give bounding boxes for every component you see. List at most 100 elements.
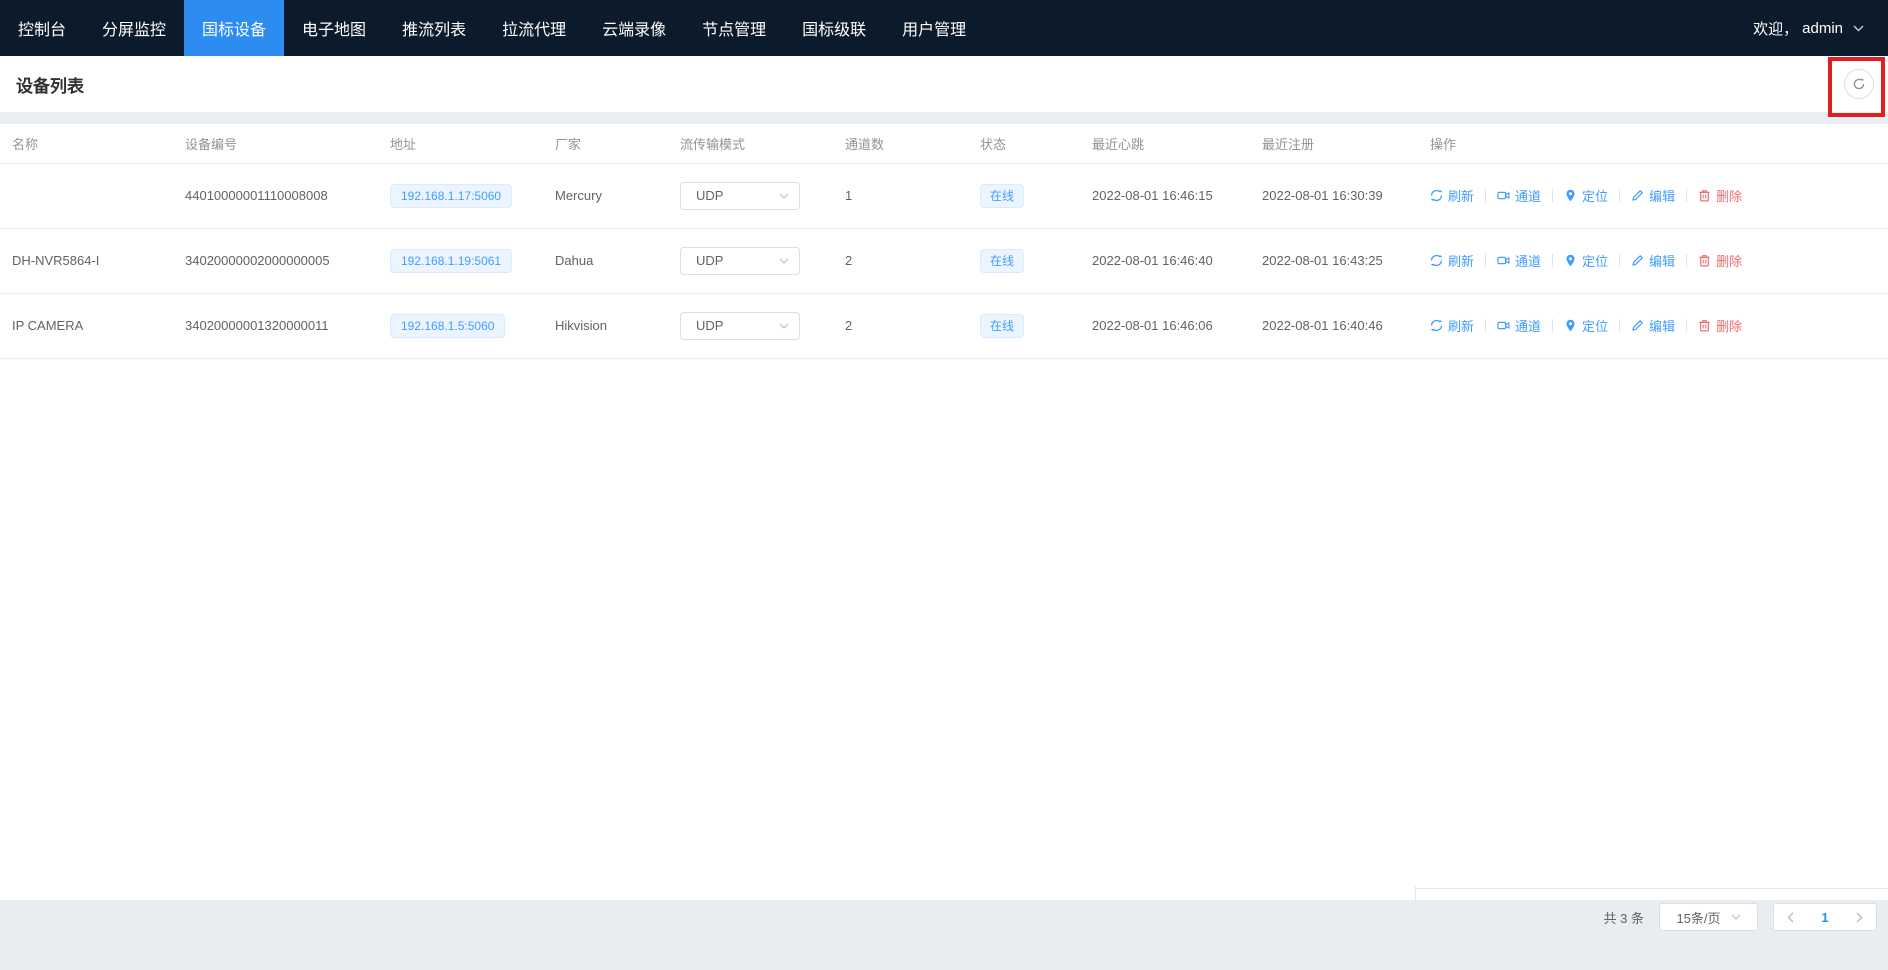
- nav-tab-5[interactable]: 拉流代理: [484, 0, 584, 56]
- locate-action[interactable]: 定位: [1564, 316, 1608, 335]
- pager: 1: [1773, 903, 1877, 931]
- stream-mode-select[interactable]: UDP: [680, 247, 800, 275]
- chevron-down-icon: [779, 258, 789, 264]
- channels-action[interactable]: 通道: [1497, 251, 1541, 270]
- delete-action[interactable]: 删除: [1698, 316, 1742, 335]
- next-page-button[interactable]: [1856, 912, 1863, 923]
- column-header: 最近注册: [1262, 124, 1430, 163]
- nav-tabs: 控制台分屏监控国标设备电子地图推流列表拉流代理云端录像节点管理国标级联用户管理: [0, 0, 984, 56]
- stream-mode-select[interactable]: UDP: [680, 182, 800, 210]
- nav-tab-1[interactable]: 分屏监控: [84, 0, 184, 56]
- edit-icon: [1631, 254, 1644, 267]
- channels-cell: 2: [845, 293, 980, 358]
- operations-cell: 刷新 通道 定位: [1430, 228, 1888, 293]
- column-header: 最近心跳: [1092, 124, 1262, 163]
- status-badge: 在线: [980, 314, 1024, 338]
- edit-action[interactable]: 编辑: [1631, 251, 1675, 270]
- delete-action[interactable]: 删除: [1698, 186, 1742, 205]
- status-cell: 在线: [980, 293, 1092, 358]
- heartbeat-cell: 2022-08-01 16:46:06: [1092, 293, 1262, 358]
- device-name-cell: IP CAMERA: [0, 293, 185, 358]
- divider: [1552, 189, 1553, 202]
- column-header: 操作: [1430, 124, 1888, 163]
- refresh-action[interactable]: 刷新: [1430, 186, 1474, 205]
- nav-tab-3[interactable]: 电子地图: [284, 0, 384, 56]
- section-divider: [0, 112, 1888, 124]
- column-header: 地址: [390, 124, 555, 163]
- heartbeat-cell: 2022-08-01 16:46:15: [1092, 163, 1262, 228]
- edit-action[interactable]: 编辑: [1631, 186, 1675, 205]
- refresh-action[interactable]: 刷新: [1430, 316, 1474, 335]
- divider: [1485, 254, 1486, 267]
- nav-tab-6[interactable]: 云端录像: [584, 0, 684, 56]
- operations-cell: 刷新 通道 定位: [1430, 163, 1888, 228]
- prev-page-button[interactable]: [1787, 912, 1794, 923]
- locate-action[interactable]: 定位: [1564, 251, 1608, 270]
- stream-mode-select[interactable]: UDP: [680, 312, 800, 340]
- edit-icon: [1631, 319, 1644, 332]
- chevron-down-icon: [779, 193, 789, 199]
- register-cell: 2022-08-01 16:40:46: [1262, 293, 1430, 358]
- current-page[interactable]: 1: [1821, 910, 1828, 925]
- chevron-down-icon: [1853, 25, 1864, 32]
- video-camera-icon: [1497, 254, 1510, 267]
- device-name-cell: DH-NVR5864-I: [0, 228, 185, 293]
- nav-tab-9[interactable]: 用户管理: [884, 0, 984, 56]
- table-fixed-column-border: [1415, 888, 1888, 889]
- address-tag: 192.168.1.17:5060: [390, 184, 512, 208]
- location-icon: [1564, 254, 1577, 267]
- address-tag: 192.168.1.5:5060: [390, 314, 505, 338]
- page-size-select[interactable]: 15条/页: [1659, 903, 1758, 931]
- edit-action[interactable]: 编辑: [1631, 316, 1675, 335]
- chevron-left-icon: [1787, 912, 1794, 923]
- column-header: 厂家: [555, 124, 680, 163]
- table-row: IP CAMERA 34020000001320000011 192.168.1…: [0, 293, 1888, 358]
- table-header-row: 名称设备编号地址厂家流传输模式通道数状态最近心跳最近注册操作: [0, 124, 1888, 163]
- device-id-cell: 34020000001320000011: [185, 293, 390, 358]
- page-title: 设备列表: [16, 72, 84, 97]
- nav-tab-0[interactable]: 控制台: [0, 0, 84, 56]
- table-row: DH-NVR5864-I 34020000002000000005 192.16…: [0, 228, 1888, 293]
- nav-tab-2[interactable]: 国标设备: [184, 0, 284, 56]
- divider: [1485, 319, 1486, 332]
- status-badge: 在线: [980, 249, 1024, 273]
- channels-action[interactable]: 通道: [1497, 186, 1541, 205]
- channels-action[interactable]: 通道: [1497, 316, 1541, 335]
- locate-action[interactable]: 定位: [1564, 186, 1608, 205]
- chevron-down-icon: [779, 323, 789, 329]
- video-camera-icon: [1497, 319, 1510, 332]
- pagination: 共 3 条 15条/页 1: [0, 900, 1888, 931]
- footer-bar: 共 3 条 15条/页 1: [0, 900, 1888, 970]
- user-menu[interactable]: 欢迎， admin: [1753, 0, 1888, 56]
- device-name-cell: [0, 163, 185, 228]
- username-label: admin: [1802, 20, 1843, 37]
- manufacturer-cell: Dahua: [555, 228, 680, 293]
- column-header: 状态: [980, 124, 1092, 163]
- table-fixed-column-border: [1415, 886, 1416, 901]
- status-cell: 在线: [980, 163, 1092, 228]
- status-badge: 在线: [980, 184, 1024, 208]
- operations-cell: 刷新 通道 定位: [1430, 293, 1888, 358]
- delete-icon: [1698, 254, 1711, 267]
- device-table: 名称设备编号地址厂家流传输模式通道数状态最近心跳最近注册操作 440100000…: [0, 124, 1888, 359]
- delete-icon: [1698, 189, 1711, 202]
- stream-mode-cell: UDP: [680, 163, 845, 228]
- status-cell: 在线: [980, 228, 1092, 293]
- manufacturer-cell: Hikvision: [555, 293, 680, 358]
- manufacturer-cell: Mercury: [555, 163, 680, 228]
- refresh-icon: [1430, 254, 1443, 267]
- nav-tab-4[interactable]: 推流列表: [384, 0, 484, 56]
- nav-tab-8[interactable]: 国标级联: [784, 0, 884, 56]
- refresh-icon: [1852, 77, 1866, 91]
- register-cell: 2022-08-01 16:30:39: [1262, 163, 1430, 228]
- refresh-action[interactable]: 刷新: [1430, 251, 1474, 270]
- register-cell: 2022-08-01 16:43:25: [1262, 228, 1430, 293]
- nav-tab-7[interactable]: 节点管理: [684, 0, 784, 56]
- refresh-button[interactable]: [1844, 69, 1874, 99]
- column-header: 名称: [0, 124, 185, 163]
- column-header: 设备编号: [185, 124, 390, 163]
- divider: [1619, 319, 1620, 332]
- refresh-icon: [1430, 189, 1443, 202]
- divider: [1619, 189, 1620, 202]
- delete-action[interactable]: 删除: [1698, 251, 1742, 270]
